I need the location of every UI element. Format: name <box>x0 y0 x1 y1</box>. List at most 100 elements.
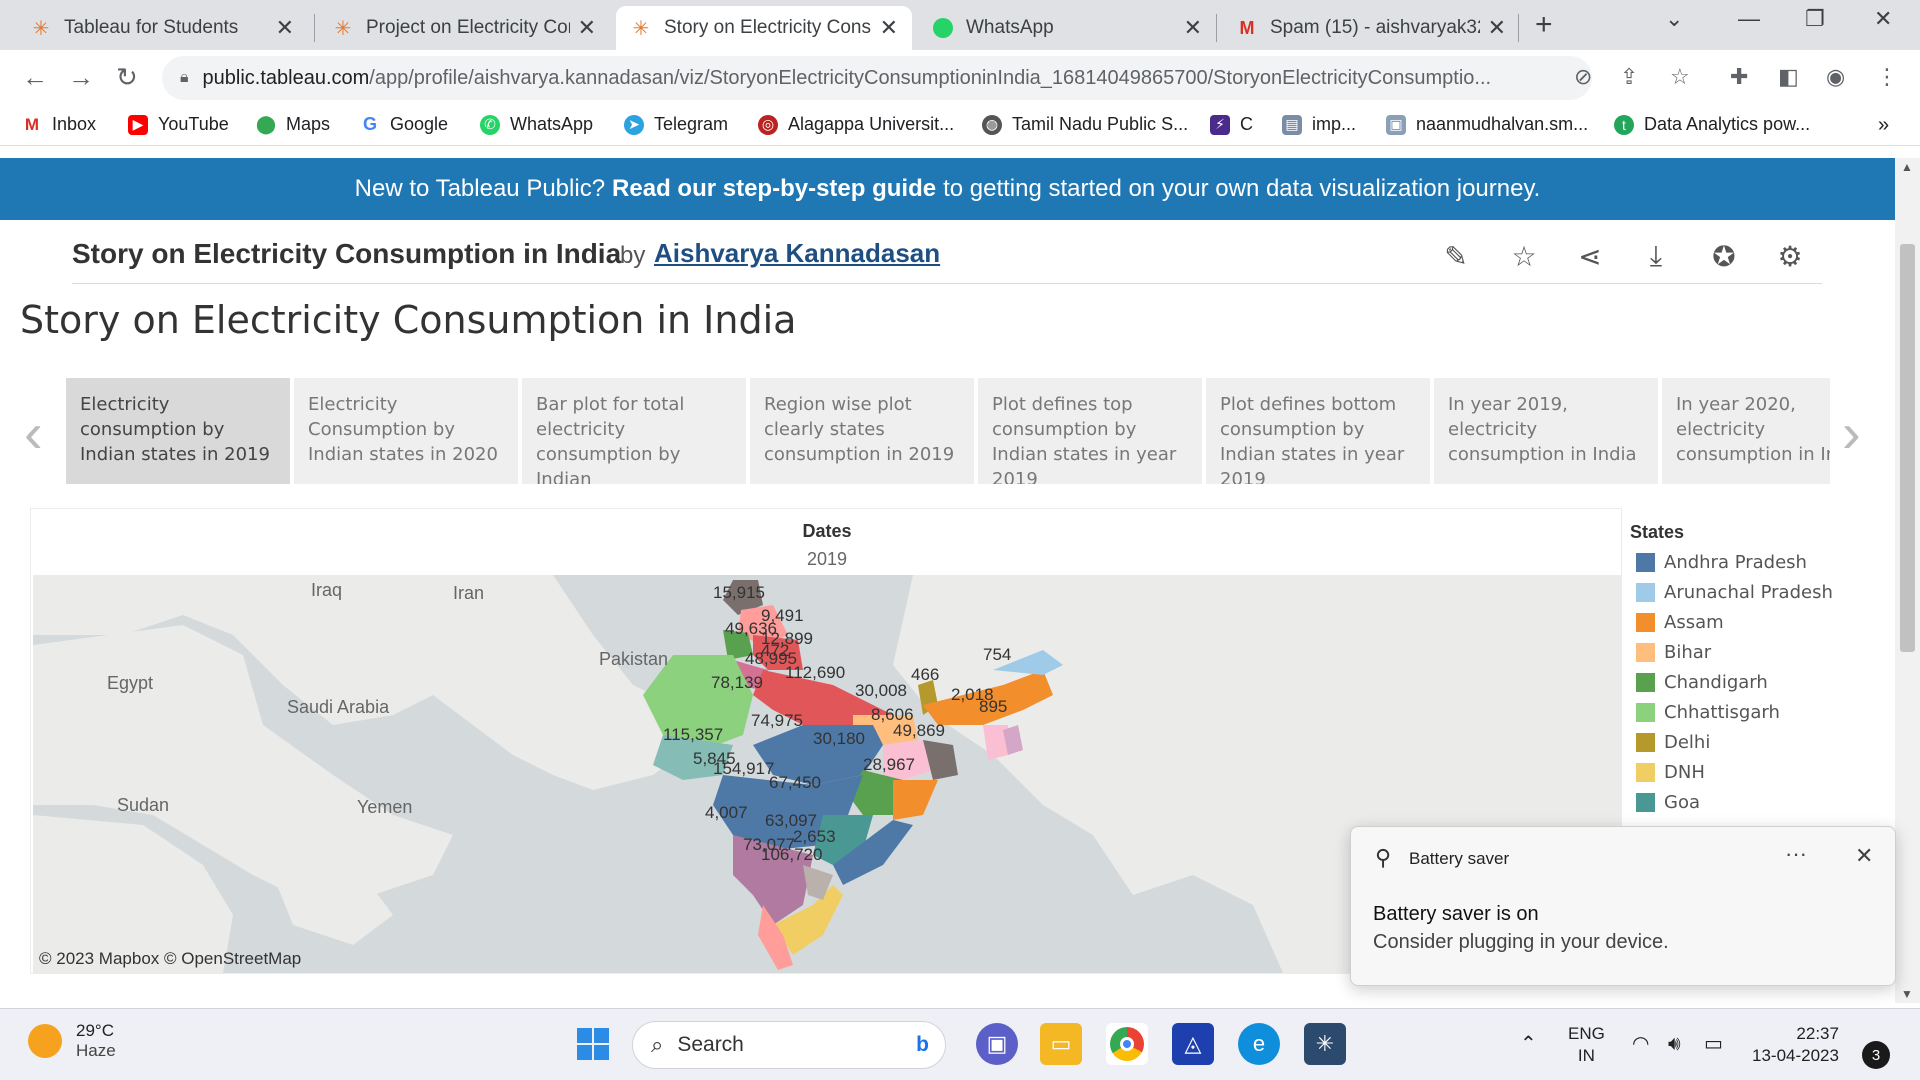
legend-item[interactable]: Chhattisgarh <box>1636 702 1780 723</box>
more-options-icon[interactable]: ··· <box>1785 841 1807 867</box>
menu-dots-icon[interactable]: ⋮ <box>1876 64 1898 90</box>
bookmark-naanmudhalvan[interactable]: ▣ naanmudhalvan.sm... <box>1386 114 1588 135</box>
close-icon[interactable]: ✕ <box>578 15 596 41</box>
url-path: /app/profile/aishvarya.kannadasan/viz/St… <box>369 66 1492 89</box>
lock-icon[interactable]: 🔒︎ <box>180 69 189 87</box>
story-point-3[interactable]: Bar plot for total electricity consumpti… <box>522 378 746 484</box>
region-code: IN <box>1577 1046 1595 1065</box>
share-icon[interactable]: ⋖ <box>1572 238 1608 274</box>
taskbar-search[interactable]: ⌕ Search b <box>632 1021 946 1069</box>
clock[interactable]: 22:37 13-04-2023 <box>1752 1023 1839 1067</box>
scroll-down-arrow-icon[interactable]: ▼ <box>1901 987 1913 1001</box>
search-placeholder: Search <box>677 1033 744 1056</box>
tray-overflow-chevron-icon[interactable]: ⌃ <box>1520 1033 1537 1055</box>
tab-whatsapp[interactable]: WhatsApp ✕ <box>918 6 1216 50</box>
by-label: by <box>620 242 646 269</box>
forward-button[interactable]: → <box>68 62 94 93</box>
close-icon[interactable]: ✕ <box>1855 843 1873 869</box>
omnibox[interactable]: 🔒︎ public.tableau.com/app/profile/aishva… <box>162 56 1592 100</box>
legend-item[interactable]: Delhi <box>1636 732 1710 753</box>
bookmark-google[interactable]: G Google <box>360 114 448 135</box>
reload-button[interactable]: ↻ <box>116 62 138 93</box>
story-point-5[interactable]: Plot defines top consumption by Indian s… <box>978 378 1202 484</box>
tableau-app-icon[interactable]: ✳ <box>1304 1023 1346 1065</box>
bookmark-maps[interactable]: ⬤ Maps <box>256 114 330 135</box>
story-point-8[interactable]: In year 2020, electricity consumption in… <box>1662 378 1830 484</box>
settings-gear-icon[interactable]: ⚙ <box>1772 238 1808 274</box>
volume-icon[interactable]: 🔊︎ <box>1668 1033 1681 1055</box>
tab-gmail-spam[interactable]: M Spam (15) - aishvaryak32 ✕ <box>1222 6 1520 50</box>
badge-icon[interactable]: ✪ <box>1706 238 1742 274</box>
story-prev-arrow-icon[interactable]: ‹ <box>24 400 43 465</box>
legend-item[interactable]: Assam <box>1636 612 1724 633</box>
more-bookmarks-button[interactable]: » <box>1878 114 1889 137</box>
legend-item[interactable]: DNH <box>1636 762 1705 783</box>
url-text[interactable]: public.tableau.com/app/profile/aishvarya… <box>203 67 1592 90</box>
story-next-arrow-icon[interactable]: › <box>1842 400 1861 465</box>
close-icon[interactable]: ✕ <box>276 15 294 41</box>
bookmark-c[interactable]: ⚡︎ C <box>1210 114 1253 135</box>
scroll-up-arrow-icon[interactable]: ▲ <box>1901 160 1913 174</box>
close-icon[interactable]: ✕ <box>880 15 898 41</box>
bookmark-tnpsc[interactable]: ◍ Tamil Nadu Public S... <box>982 114 1188 135</box>
bookmark-inbox[interactable]: M Inbox <box>22 114 96 135</box>
tab-project-electricity[interactable]: ✳ Project on Electricity Cons ✕ <box>318 6 610 50</box>
battery-icon[interactable]: ▭ <box>1704 1033 1723 1055</box>
author-link[interactable]: Aishvarya Kannadasan <box>654 238 940 269</box>
notification-count-badge[interactable]: 3 <box>1862 1041 1890 1069</box>
wifi-icon[interactable]: ◠ <box>1632 1033 1649 1055</box>
bookmark-label: YouTube <box>158 114 229 134</box>
bookmark-imp[interactable]: ▤ imp... <box>1282 114 1356 135</box>
bookmark-star-icon[interactable]: ☆ <box>1670 64 1690 90</box>
side-panel-icon[interactable]: ◧ <box>1778 64 1799 90</box>
new-tab-button[interactable]: + <box>1535 8 1553 42</box>
bookmark-telegram[interactable]: ➤ Telegram <box>624 114 728 135</box>
scrollbar-thumb[interactable] <box>1900 244 1915 652</box>
legend-item[interactable]: Goa <box>1636 792 1700 813</box>
tab-search-chevron-icon[interactable]: ⌄ <box>1665 6 1683 32</box>
legend-item[interactable]: Chandigarh <box>1636 672 1768 693</box>
weather-widget[interactable]: 29°C Haze <box>28 1021 116 1061</box>
profile-avatar[interactable]: ◉ <box>1826 64 1845 90</box>
battery-saver-notification[interactable]: ⚲ Battery saver ··· ✕ Battery saver is o… <box>1350 826 1896 986</box>
bing-icon[interactable]: b <box>916 1033 929 1057</box>
chrome-icon[interactable] <box>1106 1023 1148 1065</box>
file-explorer-icon[interactable]: ▭ <box>1040 1023 1082 1065</box>
tab-tableau-students[interactable]: ✳ Tableau for Students ✕ <box>16 6 308 50</box>
bookmark-alagappa[interactable]: ◎ Alagappa Universit... <box>758 114 954 135</box>
download-icon[interactable]: ⤓ <box>1638 238 1674 274</box>
back-button[interactable]: ← <box>22 62 48 93</box>
story-point-4[interactable]: Region wise plot clearly states consumpt… <box>750 378 974 484</box>
story-point-6[interactable]: Plot defines bottom consumption by India… <box>1206 378 1430 484</box>
restore-button[interactable]: ❐ <box>1805 6 1825 32</box>
language-indicator[interactable]: ENG IN <box>1568 1023 1605 1067</box>
share-icon[interactable]: ⇪ <box>1620 64 1638 90</box>
banner-guide-link[interactable]: Read our step-by-step guide <box>612 175 936 203</box>
story-point-7[interactable]: In year 2019, electricity consumption in… <box>1434 378 1658 484</box>
teams-chat-icon[interactable]: ▣ <box>976 1023 1018 1065</box>
extensions-icon[interactable]: ✚ <box>1730 64 1748 90</box>
story-point-2[interactable]: Electricity Consumption by Indian states… <box>294 378 518 484</box>
bookmark-data-analytics[interactable]: t Data Analytics pow... <box>1614 114 1810 135</box>
legend-item[interactable]: Andhra Pradesh <box>1636 552 1807 573</box>
legend-item[interactable]: Arunachal Pradesh <box>1636 582 1833 603</box>
map-credit[interactable]: © 2023 Mapbox © OpenStreetMap <box>39 949 301 969</box>
edit-icon[interactable]: ✎ <box>1438 238 1474 274</box>
close-icon[interactable]: ✕ <box>1184 15 1202 41</box>
tab-story-electricity[interactable]: ✳ Story on Electricity Consu ✕ <box>616 6 912 50</box>
favorite-star-icon[interactable]: ☆ <box>1506 238 1542 274</box>
close-window-button[interactable]: ✕ <box>1874 6 1892 32</box>
close-icon[interactable]: ✕ <box>1488 15 1506 41</box>
windows-start-icon[interactable] <box>572 1023 614 1065</box>
eye-off-icon[interactable]: ⊘ <box>1574 64 1592 90</box>
battery-saver-icon: ⚲ <box>1375 845 1392 870</box>
page-scrollbar[interactable]: ▲ ▼ <box>1895 158 1920 1003</box>
app-icon[interactable]: ◬ <box>1172 1023 1214 1065</box>
legend-label: Delhi <box>1664 732 1711 753</box>
minimize-button[interactable]: — <box>1738 6 1760 32</box>
bookmark-youtube[interactable]: ▶ YouTube <box>128 114 229 135</box>
bookmark-whatsapp[interactable]: ✆ WhatsApp <box>480 114 593 135</box>
legend-item[interactable]: Bihar <box>1636 642 1711 663</box>
story-point-1[interactable]: Electricity consumption by Indian states… <box>66 378 290 484</box>
edge-icon[interactable]: e <box>1238 1023 1280 1065</box>
